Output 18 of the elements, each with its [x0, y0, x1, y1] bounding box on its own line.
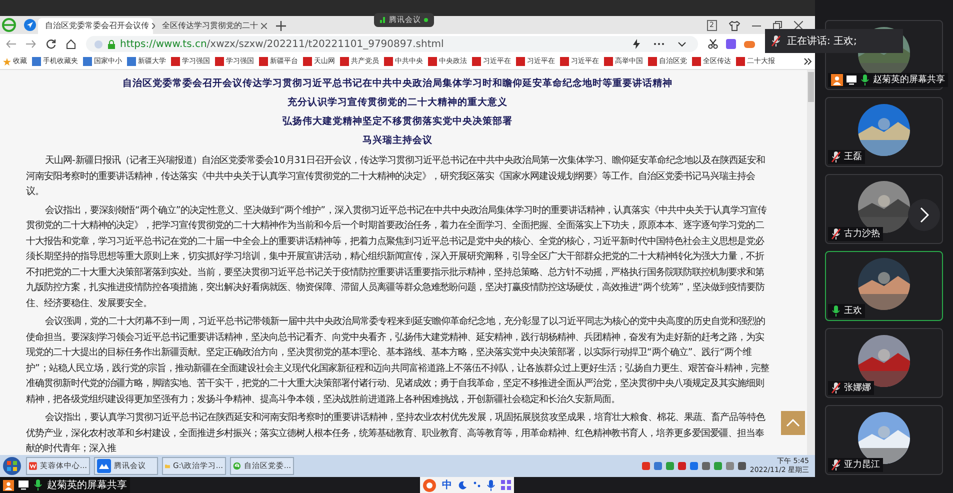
tab-title: 自治区党委常委会召开会议传: [45, 20, 149, 32]
article-paragraph: 会议指出，要认真学习贯彻习近平总书记在陕西延安和河南安阳考察时的重要讲话精神，坚持农业农村优先发展，巩固拓展脱贫攻坚成果，培育壮大粮食、棉花、果蔬、畜产品等特色优势产业，深化农村改革和乡村建设，全面推进乡村振兴；落实立德树人根本任务，统筹基础教育、职业教育、高等教育等，用革命精神、红色精神教书育人，培养更多爱国爱疆、担当奉献的时代青年；深入推: [26, 410, 766, 455]
article-paragraph: 天山网-新疆日报讯（记者王兴瑞报道）自治区党委常委会10月31日召开会议，传达学习贯彻习近平总书记在中共中央政治局第一次集体学习、瞻仰延安革命纪念地以及在陕西延安和河南安阳考察时的重要讲话精神，传达落实《中共中央关于认真学习宣传贯彻党的二十大精神的决定》，研究我区落实《国家水网建设规划纲要》等工作。自治区党委书记马兴瑞主持会议。: [26, 154, 766, 199]
tab-title: 全区传达学习贯彻党的二十: [162, 20, 258, 32]
article-heading: 充分认识学习宣传贯彻党的二十大精神的重大意义: [286, 96, 508, 110]
article-paragraph: 会议强调，党的二十大闭幕不到一周，习近平总书记带领新一届中共中央政治局常委专程来到延安瞻仰革命纪念地，充分彰显了以习近平同志为核心的党中央高度的历史自觉和强烈的使命担当。要深刻学习领会习近平总书记重要讲话精神，坚决向总书记看齐、向党中央看齐，弘扬伟大建党精神、延安精神，践行胡杨精神、兵团精神，奋发有为走好新的赶考之路，为实现党的二十大提出的目标任务作出新疆贡献。坚定正确政治方向，坚决贯彻党的基本理论、基本路线、基本方略，坚决落实党中央决策部署，以实际行动捍卫“两个确立”、践行“两个维护”；站稳人民立场，践行党的宗旨，推动新疆在全面建设社会主义现代化国家新征程和迈向共同富裕道路上不落伍不掉队，让各族群众过上更好生活；弘扬自力更生、艰苦奋斗精神，完整准确贯彻新时代党的治疆方略，脚踏实地、苦干实干，把党的二十大重大决策部署付诸行动、见诸成效；勇于自我革命，坚定不移推进全面从严治党，坚决贯彻中央八项规定及其实施细则精神，把各级党组织建设得更加坚强有力；发扬斗争精神、提高斗争本领，坚决战胜前进道路上各种困难挑战，开创新疆社会稳定和长治久安新局面。: [26, 315, 769, 406]
participant-name: 张娜娜: [844, 382, 871, 394]
article-heading: 弘扬伟大建党精神坚定不移贯彻落实党中央决策部署: [281, 114, 514, 129]
participant-name: 王欢: [844, 305, 862, 317]
share-label: 赵菊英的屏幕共享: [47, 478, 127, 492]
participant-name: 王磊: [844, 151, 862, 163]
url-text: https://www.ts.cn/xwzx/szxw/202211/t20221101_9790897.shtml: [120, 38, 444, 52]
article-heading: 马兴瑞主持会议: [362, 134, 434, 148]
article-heading: 自治区党委常委会召开会议传达学习贯彻习近平总书记在中共中央政治局集体学习时和瞻仰延安革命纪念地时等重要讲话精神: [122, 76, 674, 91]
participant-name: 亚力昆江: [844, 459, 880, 471]
participant-name: 赵菊英的屏幕共享: [873, 74, 945, 86]
participant-name: 古力沙热: [844, 228, 880, 240]
article-paragraph: 会议指出，要深刻领悟“两个确立”的决定性意义、坚决做到“两个维护”，深入贯彻习近平总书记在中共中央政治局集体学习时的重要讲话精神，认真落实《中共中央关于认真学习宣传贯彻党的二十大精神的决定》，把学习宣传贯彻党的二十大精神作为当前和今后一个时期首要政治任务，着力在全面学习、全面把握、全面落实上下功夫，原原本本、逐字逐句学习党的二十大报告和党章，学习习近平总书记在党的二十届一中全会上的重要讲话精神等，把着力点聚焦到习近平总书记是党中央的核心、全党的核心，习近平新时代中国特色社会主义思想是党必须长期坚持的指导思想等重大原则上来，切实抓好学习培训，集中开展宣讲活动，精心组织新闻宣传，深入开展研究阐释，引导全区广大干部群众把党的二十大精神转化为强大力量，不折不扣把党的二十大重大决策部署落到实处。当前，要坚决贯彻习近平总书记关于疫情防控重要讲话重要指示批示精神，坚持总策略、总方针不动摇，严格执行国务院联防联控机制要求和第九版防控方案，扎实推进疫情防控各项措施，突出解决好看病就医、物资保障、滞留人员离疆等群众急难愁盼问题，坚决打赢疫情防控这场硬仗，高效推进“两个统筹”，坚决做到疫情要防住、经济要稳住、发展要安全。: [26, 204, 768, 310]
